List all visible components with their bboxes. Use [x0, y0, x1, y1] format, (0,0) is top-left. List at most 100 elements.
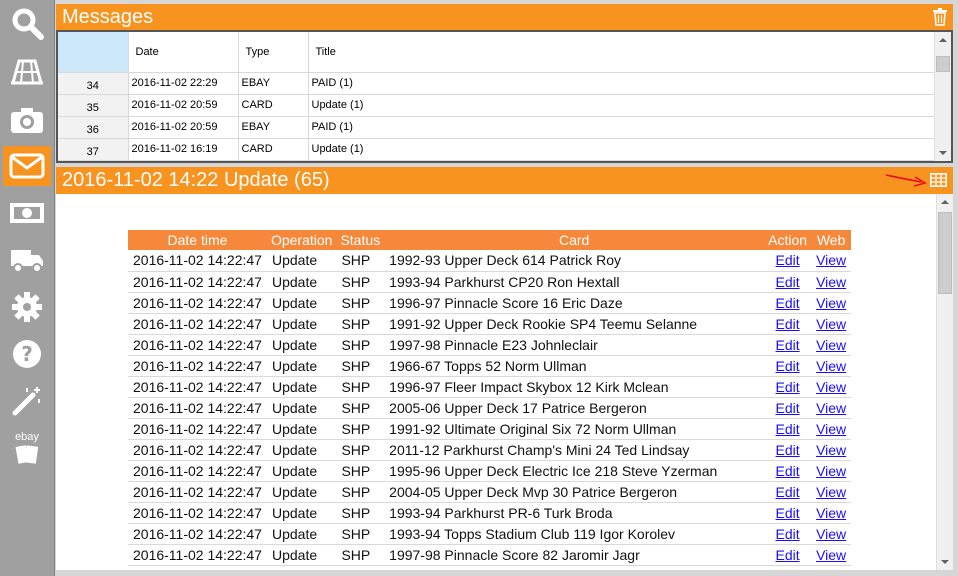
messages-title: Messages — [62, 6, 154, 28]
message-date: 2016-11-02 16:19 — [128, 138, 239, 161]
log-row: 2016-11-02 14:22:47 Update SHP 1993-94 Park… — [128, 502, 852, 524]
column-header-title[interactable]: Title — [308, 32, 936, 73]
edit-link[interactable]: Edit — [764, 418, 812, 440]
log-operation: Update — [266, 334, 337, 356]
edit-link[interactable]: Edit — [764, 271, 812, 293]
log-status: SHP — [336, 397, 385, 419]
sidebar-store-button[interactable] — [3, 52, 51, 92]
edit-link[interactable]: Edit — [764, 439, 812, 461]
log-column-card: Card — [384, 230, 765, 250]
scroll-up-arrow[interactable] — [941, 200, 949, 204]
log-row: 2016-11-02 14:22:47 Update SHP 1966-67 Topp… — [128, 355, 852, 377]
sidebar-ebay-button[interactable]: ebay — [3, 428, 51, 468]
log-card: 1995-96 Upper Deck Electric Ice 218 Stev… — [384, 460, 765, 482]
edit-link[interactable]: Edit — [764, 481, 812, 503]
search-icon — [12, 8, 44, 40]
row-number: 36 — [58, 116, 129, 139]
view-link[interactable]: View — [811, 292, 852, 314]
scroll-up-arrow[interactable] — [939, 38, 947, 42]
view-link[interactable]: View — [811, 460, 852, 482]
sidebar-settings-button[interactable] — [3, 287, 51, 327]
log-datetime: 2016-11-02 14:22:47 — [128, 250, 267, 272]
edit-link[interactable]: Edit — [764, 355, 812, 377]
sidebar-shipping-button[interactable] — [3, 240, 51, 280]
messages-header: Messages — [56, 4, 953, 30]
edit-link[interactable]: Edit — [764, 460, 812, 482]
edit-link[interactable]: Edit — [764, 397, 812, 419]
log-operation: Update — [266, 250, 337, 272]
view-link[interactable]: View — [811, 334, 852, 356]
edit-link[interactable]: Edit — [764, 376, 812, 398]
help-icon: ? — [13, 340, 41, 368]
edit-link[interactable]: Edit — [764, 502, 812, 524]
edit-link[interactable]: Edit — [764, 523, 812, 545]
message-row[interactable]: 34 2016-11-02 22:29 EBAY PAID (1) — [58, 72, 936, 95]
view-link[interactable]: View — [811, 271, 852, 293]
log-column-status: Status — [336, 230, 385, 250]
view-link[interactable]: View — [811, 313, 852, 335]
log-column-action: Action — [764, 230, 812, 250]
log-column-operation: Operation — [266, 230, 337, 250]
detail-scrollbar[interactable] — [936, 194, 953, 570]
view-link[interactable]: View — [811, 397, 852, 419]
log-datetime: 2016-11-02 14:22:47 — [128, 313, 267, 335]
log-status: SHP — [336, 313, 385, 335]
sidebar-cash-button[interactable] — [3, 193, 51, 233]
message-date: 2016-11-02 22:29 — [128, 72, 239, 95]
scroll-thumb[interactable] — [936, 56, 950, 72]
view-link[interactable]: View — [811, 418, 852, 440]
message-row[interactable]: 35 2016-11-02 20:59 CARD Update (1) — [58, 94, 936, 117]
log-datetime: 2016-11-02 14:22:47 — [128, 502, 267, 524]
sidebar-search-button[interactable] — [3, 3, 51, 43]
view-link[interactable]: View — [811, 376, 852, 398]
view-link[interactable]: View — [811, 502, 852, 524]
view-link[interactable]: View — [811, 481, 852, 503]
scroll-thumb[interactable] — [938, 212, 952, 294]
message-type: EBAY — [238, 72, 309, 95]
log-datetime: 2016-11-02 14:22:47 — [128, 271, 267, 293]
edit-link[interactable]: Edit — [764, 313, 812, 335]
sidebar-help-button[interactable]: ? — [3, 334, 51, 374]
row-number: 35 — [58, 94, 129, 117]
edit-link[interactable]: Edit — [764, 334, 812, 356]
scroll-down-arrow[interactable] — [941, 560, 949, 564]
table-view-icon[interactable] — [930, 173, 947, 187]
sidebar: ? ebay — [0, 0, 55, 576]
view-link[interactable]: View — [811, 523, 852, 545]
view-link[interactable]: View — [811, 355, 852, 377]
sidebar-wizard-button[interactable] — [3, 381, 51, 421]
view-link[interactable]: View — [811, 250, 852, 272]
annotation-arrow-icon — [885, 174, 927, 187]
log-status: SHP — [336, 460, 385, 482]
log-card: 1992-93 Upper Deck 614 Patrick Roy — [384, 250, 765, 272]
sidebar-camera-button[interactable] — [3, 100, 51, 140]
log-datetime: 2016-11-02 14:22:47 — [128, 523, 267, 545]
sidebar-messages-button[interactable] — [3, 146, 51, 186]
log-card: 1966-67 Topps 52 Norm Ullman — [384, 355, 765, 377]
scroll-down-arrow[interactable] — [939, 151, 947, 155]
column-header-type[interactable]: Type — [238, 32, 309, 73]
log-operation: Update — [266, 376, 337, 398]
edit-link[interactable]: Edit — [764, 292, 812, 314]
messages-scrollbar[interactable] — [934, 32, 951, 161]
message-title: PAID (1) — [308, 72, 936, 95]
log-operation: Update — [266, 523, 337, 545]
view-link[interactable]: View — [811, 544, 852, 566]
log-card: 1996-97 Fleer Impact Skybox 12 Kirk Mcle… — [384, 376, 765, 398]
log-row: 2016-11-02 14:22:47 Update SHP 2005-06 Uppe… — [128, 397, 852, 419]
log-datetime: 2016-11-02 14:22:47 — [128, 439, 267, 461]
log-row: 2016-11-02 14:22:47 Update SHP 1997-98 Pinn… — [128, 544, 852, 566]
log-status: SHP — [336, 481, 385, 503]
view-link[interactable]: View — [811, 439, 852, 461]
log-datetime: 2016-11-02 14:22:47 — [128, 355, 267, 377]
log-column-datetime: Date time — [128, 230, 267, 250]
trash-icon[interactable] — [933, 8, 947, 26]
message-row[interactable]: 36 2016-11-02 20:59 EBAY PAID (1) — [58, 116, 936, 139]
row-number: 37 — [58, 138, 129, 161]
edit-link[interactable]: Edit — [764, 544, 812, 566]
edit-link[interactable]: Edit — [764, 250, 812, 272]
log-card: 2005-06 Upper Deck 17 Patrice Bergeron — [384, 397, 765, 419]
column-header-date[interactable]: Date — [128, 32, 239, 73]
ebay-icon: ebay — [15, 430, 39, 443]
message-row[interactable]: 37 2016-11-02 16:19 CARD Update (1) — [58, 138, 936, 161]
